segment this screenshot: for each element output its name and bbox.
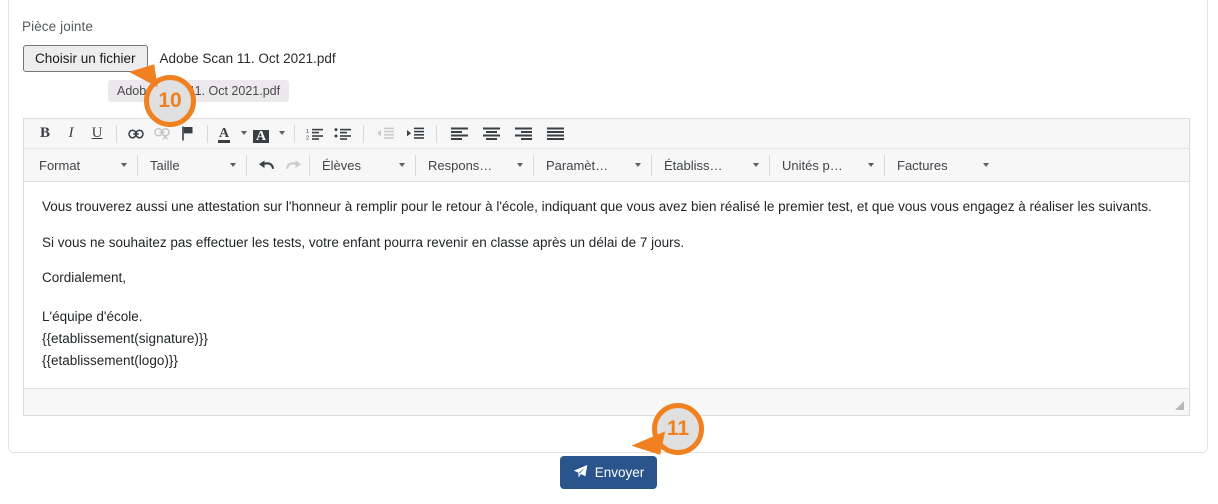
editor-status-bar	[24, 388, 1189, 415]
dropdown-etablissement-label: Établiss…	[664, 157, 723, 173]
send-plane-icon	[573, 464, 588, 482]
toolbar-divider	[294, 124, 295, 143]
callout-step-11-number: 11	[666, 417, 690, 440]
dropdown-unites-label: Unités p…	[782, 157, 843, 173]
background-color-dropdown-caret[interactable]	[272, 122, 288, 146]
dropdown-responsables[interactable]: Respons…	[417, 154, 532, 176]
toolbar-divider	[533, 154, 534, 176]
text-color-icon[interactable]: A	[214, 122, 234, 146]
insert-link-icon[interactable]	[123, 122, 149, 146]
callout-step-10-tail	[128, 64, 158, 91]
underline-icon[interactable]: U	[84, 122, 110, 146]
dropdown-etablissement[interactable]: Établiss…	[653, 154, 768, 176]
dropdown-format-label: Format	[39, 157, 81, 173]
dropdown-parametres[interactable]: Paramèt…	[535, 154, 650, 176]
toolbar-divider	[116, 124, 117, 143]
callout-step-10-number: 10	[158, 89, 182, 112]
toolbar-divider	[137, 154, 138, 176]
dropdown-taille[interactable]: Taille	[139, 154, 245, 176]
editor-paragraph-4: L'équipe d'école.	[42, 308, 143, 324]
undo-icon[interactable]	[252, 153, 280, 177]
send-button-label: Envoyer	[594, 465, 645, 480]
callout-step-10: 10	[128, 64, 196, 127]
dropdown-unites[interactable]: Unités p…	[771, 154, 883, 176]
editor-toolbar-row-1: B I U A A 12	[24, 119, 1189, 149]
editor-paragraph-6: {{etablissement(logo)}}	[42, 353, 178, 369]
toolbar-divider	[884, 154, 885, 176]
background-color-icon[interactable]: A	[250, 122, 272, 146]
toolbar-divider	[436, 124, 437, 143]
toolbar-divider	[651, 154, 652, 176]
attachment-label: Pièce jointe	[22, 19, 93, 34]
rich-text-editor[interactable]: B I U A A 12 Format Taille Élèves Respon…	[23, 118, 1190, 416]
toolbar-divider	[309, 154, 310, 176]
toolbar-divider	[769, 154, 770, 176]
editor-paragraph-5: {{etablissement(signature)}}	[42, 330, 208, 346]
send-button[interactable]: Envoyer	[560, 456, 657, 489]
toolbar-divider	[363, 124, 364, 143]
callout-step-11: 11	[630, 403, 704, 455]
editor-content-area[interactable]: Vous trouverez aussi une attestation sur…	[24, 183, 1189, 389]
toolbar-divider	[246, 154, 247, 176]
resize-handle-icon[interactable]	[1175, 401, 1184, 410]
toolbar-divider	[207, 124, 208, 143]
dropdown-eleves[interactable]: Élèves	[311, 154, 414, 176]
dropdown-taille-label: Taille	[150, 157, 180, 173]
svg-text:2: 2	[306, 136, 309, 141]
editor-paragraph-3: Cordialement,	[42, 270, 127, 286]
dropdown-factures[interactable]: Factures	[886, 154, 998, 176]
indent-icon[interactable]	[400, 122, 430, 146]
unordered-list-icon[interactable]	[329, 122, 357, 146]
text-color-dropdown-caret[interactable]	[234, 122, 250, 146]
selected-file-name: Adobe Scan 11. Oct 2021.pdf	[159, 51, 336, 66]
dropdown-factures-label: Factures	[897, 157, 948, 173]
editor-toolbar-row-2: Format Taille Élèves Respons… Paramèt… É…	[24, 149, 1189, 182]
editor-paragraph-2: Si vous ne souhaitez pas effectuer les t…	[42, 234, 685, 250]
redo-icon[interactable]	[280, 153, 308, 177]
dropdown-eleves-label: Élèves	[322, 157, 362, 173]
align-justify-icon[interactable]	[539, 122, 571, 146]
bold-icon[interactable]: B	[32, 122, 58, 146]
dropdown-responsables-label: Respons…	[428, 157, 493, 173]
dropdown-format[interactable]: Format	[28, 154, 136, 176]
svg-text:1: 1	[306, 129, 309, 135]
align-center-icon[interactable]	[475, 122, 507, 146]
toolbar-divider	[415, 154, 416, 176]
align-left-icon[interactable]	[443, 122, 475, 146]
dropdown-parametres-label: Paramèt…	[546, 157, 609, 173]
screen: Pièce jointe Choisir un fichier Adobe Sc…	[0, 0, 1218, 504]
ordered-list-icon[interactable]: 12	[301, 122, 329, 146]
editor-paragraph-1: Vous trouverez aussi une attestation sur…	[42, 199, 1152, 214]
italic-icon[interactable]: I	[58, 122, 84, 146]
file-input-row[interactable]: Choisir un fichier Adobe Scan 11. Oct 20…	[23, 45, 336, 72]
outdent-icon[interactable]	[370, 122, 400, 146]
align-right-icon[interactable]	[507, 122, 539, 146]
